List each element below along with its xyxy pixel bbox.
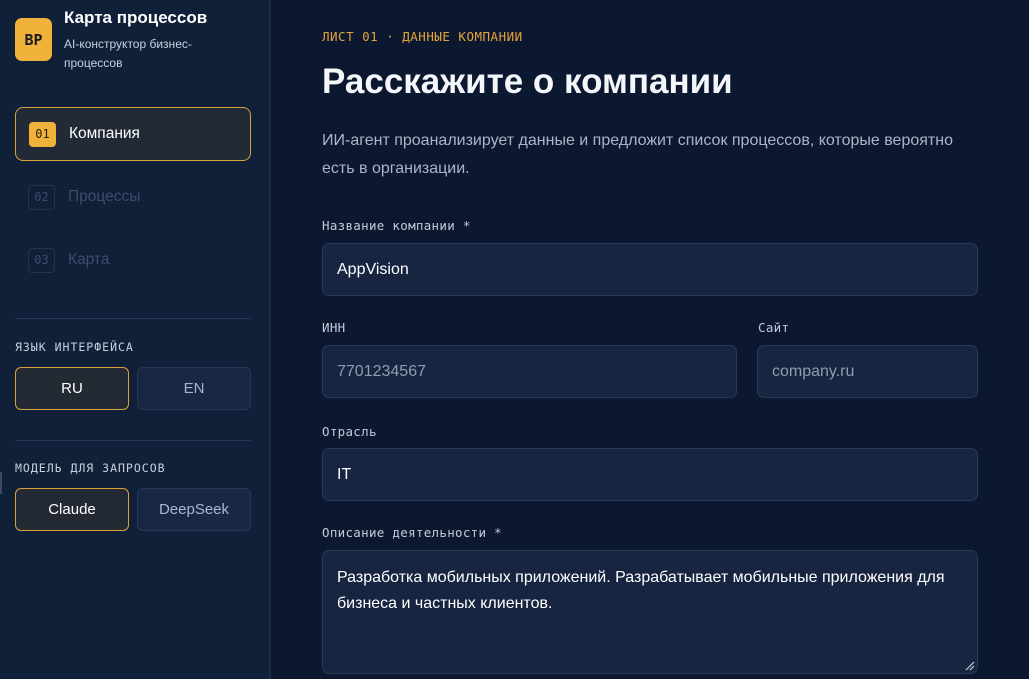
language-en-button[interactable]: EN bbox=[137, 367, 251, 410]
step-number: 01 bbox=[29, 121, 56, 147]
description-value: Разработка мобильных приложений. Разраба… bbox=[337, 569, 945, 612]
step-number: 03 bbox=[28, 247, 55, 273]
inn-placeholder: 7701234567 bbox=[337, 362, 426, 380]
page-intro: ИИ-агент проанализирует данные и предлож… bbox=[322, 132, 953, 177]
language-section-label: ЯЗЫК ИНТЕРФЕЙСА bbox=[15, 340, 134, 354]
model-section-label: МОДЕЛЬ ДЛЯ ЗАПРОСОВ bbox=[15, 461, 166, 475]
company-name-input[interactable]: AppVision bbox=[322, 243, 978, 296]
description-label: Описание деятельности * bbox=[322, 525, 502, 540]
step-processes[interactable]: 02 Процессы bbox=[15, 170, 251, 224]
divider bbox=[15, 440, 251, 441]
page-title: Расскажите о компании bbox=[322, 62, 733, 101]
scroll-edge-marker bbox=[0, 472, 2, 494]
step-label: Карта bbox=[68, 251, 110, 268]
logo: BP bbox=[15, 18, 52, 61]
sidebar: BP Карта процессов AI-конструктор бизнес… bbox=[0, 0, 271, 679]
site-input[interactable]: company.ru bbox=[757, 345, 978, 398]
step-company[interactable]: 01 Компания bbox=[15, 107, 251, 161]
inn-label: ИНН bbox=[322, 320, 346, 335]
step-map[interactable]: 03 Карта bbox=[15, 233, 251, 287]
app-title: Карта процессов bbox=[64, 8, 208, 27]
inn-input[interactable]: 7701234567 bbox=[322, 345, 737, 398]
industry-label: Отрасль bbox=[322, 424, 377, 439]
site-placeholder: company.ru bbox=[772, 362, 855, 380]
sheet-eyebrow: ЛИСТ 01 · ДАННЫЕ КОМПАНИИ bbox=[322, 29, 523, 44]
model-deepseek-button[interactable]: DeepSeek bbox=[137, 488, 251, 531]
step-label: Компания bbox=[69, 125, 140, 142]
step-number: 02 bbox=[28, 184, 55, 210]
model-claude-button[interactable]: Claude bbox=[15, 488, 129, 531]
industry-value: IT bbox=[337, 465, 352, 483]
company-name-value: AppVision bbox=[337, 260, 409, 278]
industry-input[interactable]: IT bbox=[322, 448, 978, 501]
step-label: Процессы bbox=[68, 188, 141, 205]
divider bbox=[15, 318, 251, 319]
app-subtitle: AI-конструктор бизнес-процессов bbox=[64, 37, 192, 70]
resize-handle-icon[interactable] bbox=[964, 660, 975, 671]
brand: BP Карта процессов AI-конструктор бизнес… bbox=[15, 8, 265, 78]
language-ru-button[interactable]: RU bbox=[15, 367, 129, 410]
main-content: ЛИСТ 01 · ДАННЫЕ КОМПАНИИ Расскажите о к… bbox=[322, 0, 982, 679]
description-textarea[interactable]: Разработка мобильных приложений. Разраба… bbox=[322, 550, 978, 674]
site-label: Сайт bbox=[758, 320, 790, 335]
company-name-label: Название компании * bbox=[322, 218, 471, 233]
